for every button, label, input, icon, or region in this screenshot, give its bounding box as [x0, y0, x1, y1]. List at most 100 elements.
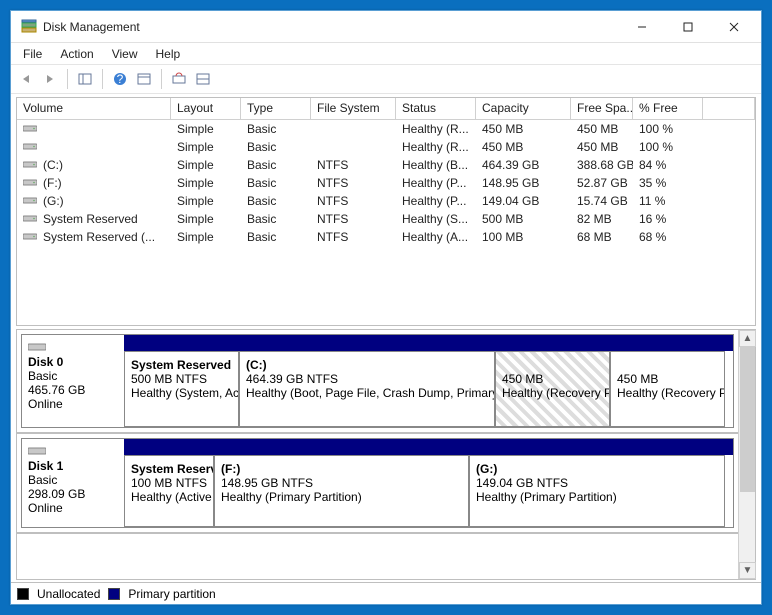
partition-size: 149.04 GB NTFS: [476, 476, 720, 490]
menu-file[interactable]: File: [15, 45, 50, 63]
cell-capacity: 450 MB: [476, 122, 571, 136]
volume-row[interactable]: SimpleBasicHealthy (R...450 MB450 MB100 …: [17, 120, 755, 138]
legend-unallocated-label: Unallocated: [37, 587, 100, 601]
cell-volume: [17, 122, 171, 136]
partition-name: (G:): [476, 462, 720, 476]
toolbar-sep: [102, 69, 103, 89]
cell-free: 68 MB: [571, 230, 633, 244]
col-spacer[interactable]: [703, 98, 755, 119]
partition-box[interactable]: 450 MBHealthy (Recovery P: [610, 351, 725, 427]
partition-status: Healthy (Boot, Page File, Crash Dump, Pr…: [246, 386, 490, 400]
cell-status: Healthy (P...: [396, 194, 476, 208]
cell-free: 450 MB: [571, 140, 633, 154]
volume-row[interactable]: (C:)SimpleBasicNTFSHealthy (B...464.39 G…: [17, 156, 755, 174]
cell-status: Healthy (B...: [396, 158, 476, 172]
cell-volume: (F:): [17, 176, 171, 190]
volume-row[interactable]: SimpleBasicHealthy (R...450 MB450 MB100 …: [17, 138, 755, 156]
partition-size: 464.39 GB NTFS: [246, 372, 490, 386]
toolbar-sep: [161, 69, 162, 89]
help-button[interactable]: ?: [109, 68, 131, 90]
drive-icon: [23, 230, 39, 242]
menu-view[interactable]: View: [104, 45, 146, 63]
scroll-thumb[interactable]: [740, 347, 755, 492]
cell-layout: Simple: [171, 140, 241, 154]
legend-primary-swatch: [108, 588, 120, 600]
partition-size: 100 MB NTFS: [131, 476, 209, 490]
disk-type: Basic: [28, 369, 118, 383]
scroll-down-button[interactable]: ▼: [739, 562, 756, 579]
minimize-button[interactable]: [619, 12, 665, 42]
partition-box[interactable]: System Reserved500 MB NTFSHealthy (Syste…: [124, 351, 239, 427]
cell-fs: NTFS: [311, 176, 396, 190]
close-button[interactable]: [711, 12, 757, 42]
settings-button[interactable]: [133, 68, 155, 90]
col-filesystem[interactable]: File System: [311, 98, 396, 119]
menu-help[interactable]: Help: [148, 45, 189, 63]
cell-type: Basic: [241, 212, 311, 226]
disk-info[interactable]: Disk 1Basic298.09 GBOnline: [21, 438, 124, 528]
volume-list-header: Volume Layout Type File System Status Ca…: [17, 98, 755, 120]
forward-button[interactable]: [39, 68, 61, 90]
partition-status: Healthy (Recovery P: [617, 386, 720, 400]
volume-row[interactable]: System Reserved (...SimpleBasicNTFSHealt…: [17, 228, 755, 246]
scroll-up-button[interactable]: ▲: [739, 330, 756, 347]
refresh-button[interactable]: [168, 68, 190, 90]
volume-list: Volume Layout Type File System Status Ca…: [16, 97, 756, 326]
disk-size: 465.76 GB: [28, 383, 118, 397]
menu-action[interactable]: Action: [52, 45, 101, 63]
show-hide-console-tree-button[interactable]: [74, 68, 96, 90]
cell-pct: 100 %: [633, 140, 703, 154]
partition-box[interactable]: (C:)464.39 GB NTFSHealthy (Boot, Page Fi…: [239, 351, 495, 427]
cell-capacity: 450 MB: [476, 140, 571, 154]
partition-box[interactable]: 450 MBHealthy (Recovery P: [495, 351, 610, 427]
col-freespace[interactable]: Free Spa...: [571, 98, 633, 119]
col-pctfree[interactable]: % Free: [633, 98, 703, 119]
disk-management-window: Disk Management File Action View Help ? …: [10, 10, 762, 605]
col-volume[interactable]: Volume: [17, 98, 171, 119]
volume-list-body[interactable]: SimpleBasicHealthy (R...450 MB450 MB100 …: [17, 120, 755, 325]
col-status[interactable]: Status: [396, 98, 476, 119]
cell-pct: 35 %: [633, 176, 703, 190]
col-layout[interactable]: Layout: [171, 98, 241, 119]
maximize-button[interactable]: [665, 12, 711, 42]
partition-name: (F:): [221, 462, 464, 476]
partition-name: (C:): [246, 358, 490, 372]
partition-color-bar: [124, 335, 733, 351]
legend: Unallocated Primary partition: [11, 582, 761, 604]
list-view-button[interactable]: [192, 68, 214, 90]
partition-status: Healthy (Active: [131, 490, 209, 504]
cell-type: Basic: [241, 194, 311, 208]
cell-status: Healthy (R...: [396, 122, 476, 136]
cell-capacity: 148.95 GB: [476, 176, 571, 190]
cell-type: Basic: [241, 158, 311, 172]
titlebar[interactable]: Disk Management: [11, 11, 761, 43]
volume-row[interactable]: (F:)SimpleBasicNTFSHealthy (P...148.95 G…: [17, 174, 755, 192]
col-type[interactable]: Type: [241, 98, 311, 119]
col-capacity[interactable]: Capacity: [476, 98, 571, 119]
volume-row[interactable]: (G:)SimpleBasicNTFSHealthy (P...149.04 G…: [17, 192, 755, 210]
legend-unallocated-swatch: [17, 588, 29, 600]
cell-status: Healthy (P...: [396, 176, 476, 190]
cell-free: 82 MB: [571, 212, 633, 226]
volume-row[interactable]: System ReservedSimpleBasicNTFSHealthy (S…: [17, 210, 755, 228]
disk-label: Disk 0: [28, 355, 118, 369]
cell-status: Healthy (S...: [396, 212, 476, 226]
back-button[interactable]: [15, 68, 37, 90]
cell-type: Basic: [241, 176, 311, 190]
disk-state: Online: [28, 501, 118, 515]
cell-fs: NTFS: [311, 230, 396, 244]
cell-capacity: 464.39 GB: [476, 158, 571, 172]
disk-info[interactable]: Disk 0Basic465.76 GBOnline: [21, 334, 124, 428]
partition-name: System Reserve: [131, 462, 209, 476]
cell-free: 15.74 GB: [571, 194, 633, 208]
cell-pct: 16 %: [633, 212, 703, 226]
cell-pct: 68 %: [633, 230, 703, 244]
vertical-scrollbar[interactable]: ▲ ▼: [738, 330, 755, 579]
cell-capacity: 500 MB: [476, 212, 571, 226]
partition-box[interactable]: (G:)149.04 GB NTFSHealthy (Primary Parti…: [469, 455, 725, 527]
partition-box[interactable]: (F:)148.95 GB NTFSHealthy (Primary Parti…: [214, 455, 469, 527]
cell-type: Basic: [241, 122, 311, 136]
disk-type: Basic: [28, 473, 118, 487]
cell-fs: NTFS: [311, 194, 396, 208]
partition-box[interactable]: System Reserve100 MB NTFSHealthy (Active: [124, 455, 214, 527]
